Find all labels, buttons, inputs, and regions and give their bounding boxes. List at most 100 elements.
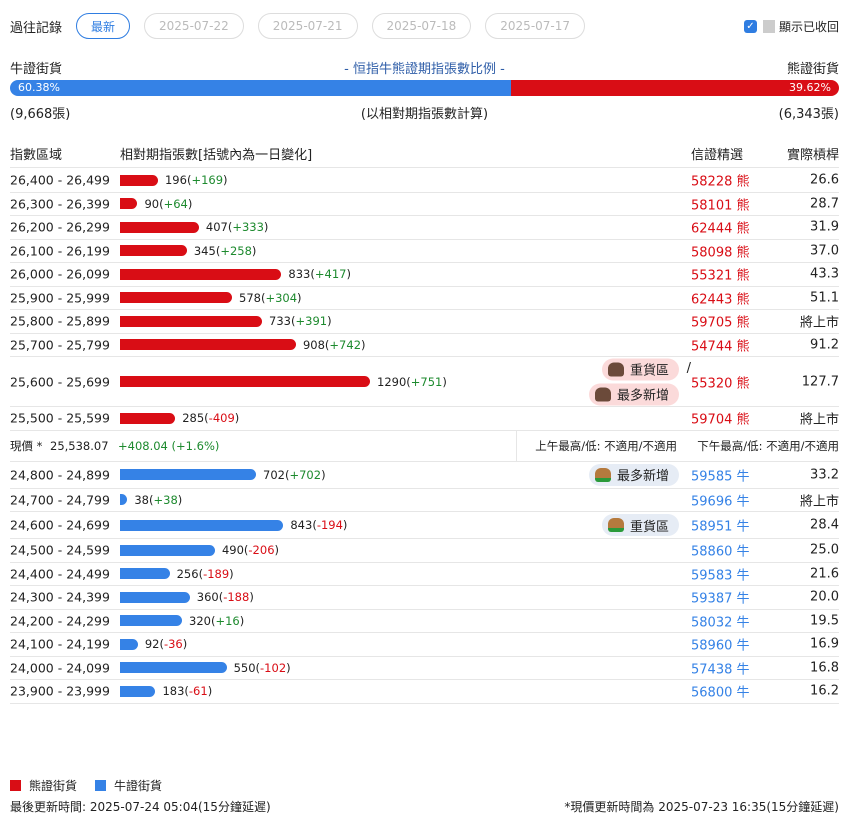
warrant-code[interactable]: 57438: [691, 662, 732, 677]
current-price: 25,538.07: [50, 438, 109, 453]
badge-group: 重貨區: [601, 514, 679, 536]
warrant-code-link[interactable]: 59704 熊: [691, 409, 750, 428]
warrant-code[interactable]: 59585: [691, 469, 732, 484]
warrant-code-link[interactable]: 59387 牛: [691, 588, 750, 607]
bull-bar: [120, 615, 182, 627]
warrant-code[interactable]: 54744: [691, 339, 732, 354]
warrant-code-link[interactable]: 62443 熊: [691, 288, 750, 307]
index-range: 26,100 - 26,199: [10, 243, 110, 259]
table-row: 26,000 - 26,099 833(+417) 55321 熊 43.3: [10, 263, 839, 287]
count-change: -409: [208, 411, 235, 426]
warrant-code-link[interactable]: 55321 熊: [691, 265, 750, 284]
count-value: 733: [269, 314, 291, 329]
bear-ratio-fill: 39.62%: [510, 80, 839, 96]
warrant-code[interactable]: 55320: [691, 376, 732, 391]
warrant-type: 牛: [736, 568, 750, 584]
index-range: 23,900 - 23,999: [10, 683, 110, 699]
warrant-code-link[interactable]: 58951 牛: [691, 516, 750, 535]
count-change: +751: [410, 374, 443, 389]
bear-bar: [120, 292, 232, 304]
count-value: 843: [290, 518, 313, 532]
index-range: 24,700 - 24,799: [10, 492, 110, 508]
bear-bar: [120, 174, 158, 186]
warrant-code[interactable]: 58098: [691, 245, 732, 260]
count-value: 90: [144, 196, 160, 211]
table-row: 26,100 - 26,199 345(+258) 58098 熊 37.0: [10, 240, 839, 263]
warrant-code-link[interactable]: 56800 牛: [691, 682, 750, 701]
count-label: 92(-36): [144, 637, 188, 652]
bull-swatch: [95, 780, 107, 791]
badge: 最多新增: [588, 383, 679, 405]
count-value: 1290: [377, 374, 407, 389]
count-value: 550: [233, 660, 256, 675]
warrant-code[interactable]: 59583: [691, 568, 732, 583]
index-range: 26,200 - 26,299: [10, 219, 110, 235]
index-range: 25,700 - 25,799: [10, 337, 110, 353]
warrant-code-link[interactable]: 58228 熊: [691, 171, 750, 190]
warrant-type: 牛: [736, 662, 750, 678]
warrant-code[interactable]: 56800: [691, 686, 732, 701]
warrant-type: 熊: [736, 174, 750, 190]
table-row: 24,600 - 24,699 843(-194) 重貨區 58951 牛 28.4: [10, 512, 839, 539]
warrant-code[interactable]: 58951: [691, 520, 732, 535]
count-label: 908(+742): [302, 337, 366, 352]
warrant-code-link[interactable]: 54744 熊: [691, 335, 750, 354]
warrant-code-link[interactable]: 58101 熊: [691, 194, 750, 213]
warrant-code-link[interactable]: 59585 牛: [691, 465, 750, 484]
badge-label: 最多新增: [616, 469, 669, 484]
count-value: 285: [182, 411, 205, 426]
warrant-code-link[interactable]: 62444 熊: [691, 218, 750, 237]
effective-gearing: 37.0: [810, 243, 839, 259]
warrant-code-link[interactable]: 59696 牛: [691, 490, 750, 509]
effective-gearing: 20.0: [810, 589, 839, 605]
warrant-code[interactable]: 58960: [691, 639, 732, 654]
warrant-code[interactable]: 62443: [691, 292, 732, 307]
warrant-code[interactable]: 58228: [691, 175, 732, 190]
count-label: 490(-206): [221, 543, 280, 558]
tab-date[interactable]: 2025-07-18: [371, 13, 472, 39]
show-recalled-toggle[interactable]: ✓ 顯示已收回: [743, 18, 839, 35]
tab-latest[interactable]: 最新: [76, 13, 131, 39]
warrant-code-link[interactable]: 59583 牛: [691, 564, 750, 583]
ratio-note: (以相對期指張數計算): [360, 107, 489, 122]
warrant-code[interactable]: 59387: [691, 592, 732, 607]
tab-date[interactable]: 2025-07-17: [485, 13, 586, 39]
bull-bar: [120, 685, 156, 697]
ratio-bar: 60.38% 39.62%: [10, 80, 839, 96]
badge: 最多新增: [588, 463, 679, 486]
ratio-header: 牛證街貨 - 恒指牛熊證期指張數比例 - 熊證街貨: [10, 58, 839, 77]
table-row: 24,000 - 24,099 550(-102) 57438 牛 16.8: [10, 657, 839, 680]
warrant-code-link[interactable]: 58032 牛: [691, 611, 750, 630]
count-value: 833: [288, 267, 311, 282]
badge-group: 重貨區 最多新增: [588, 358, 679, 405]
current-label: 現價 *: [10, 438, 43, 453]
warrant-code-link[interactable]: 58960 牛: [691, 635, 750, 654]
warrant-code-link[interactable]: 58098 熊: [691, 241, 750, 260]
warrant-code[interactable]: 62444: [691, 222, 732, 237]
warrant-code[interactable]: 55321: [691, 269, 732, 284]
warrant-code-link[interactable]: 59705 熊: [691, 312, 750, 331]
warrant-code-link[interactable]: 57438 牛: [691, 658, 750, 677]
warrant-code[interactable]: 59696: [691, 494, 732, 509]
warrant-code[interactable]: 58860: [691, 545, 732, 560]
warrant-code-link[interactable]: 58860 牛: [691, 541, 750, 560]
bear-count: (6,343張): [778, 107, 839, 122]
warrant-code-link[interactable]: 55320 熊: [691, 372, 750, 391]
checkbox-checked-icon[interactable]: ✓: [743, 19, 757, 33]
warrant-type: 牛: [736, 638, 750, 654]
tab-date[interactable]: 2025-07-22: [144, 13, 244, 39]
last-updated: 最後更新時間: 2025-07-24 05:04(15分鐘延遲): [10, 800, 271, 814]
warrant-code[interactable]: 59704: [691, 413, 732, 428]
bull-bar: [120, 568, 170, 580]
warrant-code[interactable]: 58101: [691, 198, 732, 213]
warrant-code[interactable]: 58032: [691, 615, 732, 630]
tab-date[interactable]: 2025-07-21: [257, 13, 358, 39]
table-row: 26,300 - 26,399 90(+64) 58101 熊 28.7: [10, 193, 839, 216]
bull-bar: [120, 519, 284, 531]
count-change: -36: [163, 637, 183, 652]
count-value: 908: [302, 337, 325, 352]
table-row: 26,200 - 26,299 407(+333) 62444 熊 31.9: [10, 216, 839, 240]
effective-gearing: 127.7: [801, 374, 839, 389]
index-range: 25,900 - 25,999: [10, 290, 110, 306]
warrant-code[interactable]: 59705: [691, 316, 732, 331]
